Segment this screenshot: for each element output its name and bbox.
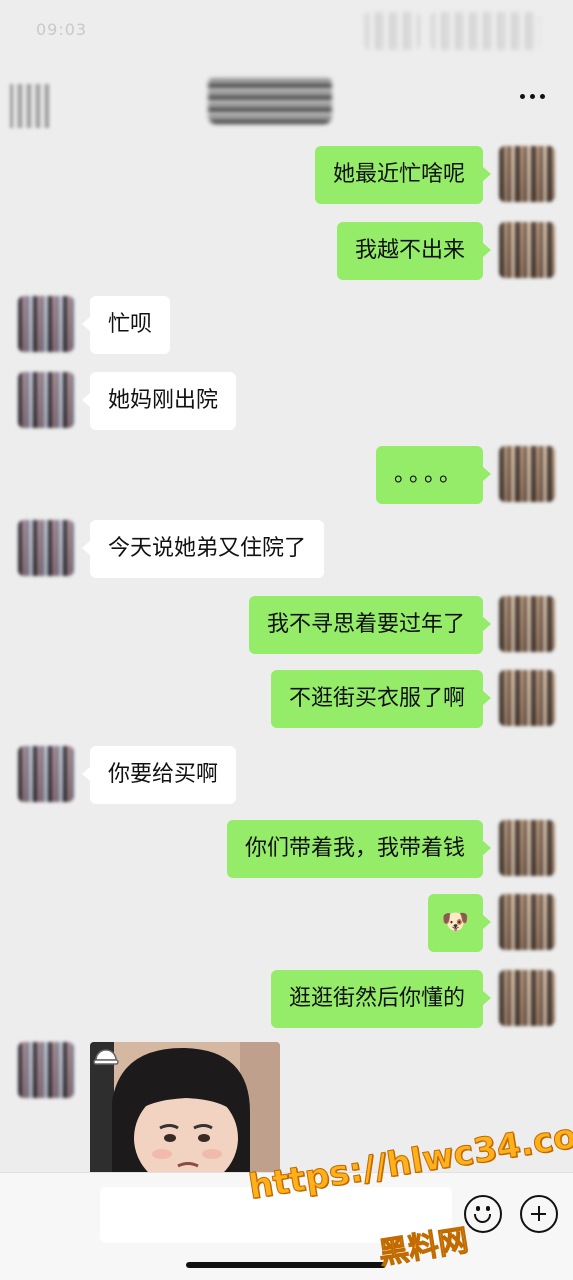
contact-avatar[interactable] — [18, 746, 74, 802]
message-row: 逛逛街然后你懂的 — [0, 970, 573, 1028]
home-indicator — [186, 1262, 386, 1268]
received-image[interactable] — [90, 1042, 280, 1182]
chat-screen: 09:03 她最近忙啥呢 我越不出来 忙呗 她妈刚出院 。。。。 今天说她弟又住… — [0, 0, 573, 1280]
my-avatar[interactable] — [499, 894, 555, 950]
message-bubble-received[interactable]: 今天说她弟又住院了 — [81, 520, 325, 578]
status-battery-blurred — [430, 12, 540, 50]
message-row: 她最近忙啥呢 — [0, 146, 573, 204]
my-avatar[interactable] — [499, 446, 555, 502]
my-avatar[interactable] — [499, 596, 555, 652]
more-dots-icon[interactable] — [520, 94, 545, 99]
contact-avatar[interactable] — [18, 1042, 74, 1098]
my-avatar[interactable] — [499, 146, 555, 202]
message-bubble-sent[interactable]: 她最近忙啥呢 — [314, 146, 492, 204]
chat-header — [0, 64, 573, 132]
message-row: 我越不出来 — [0, 222, 573, 280]
message-row: 她妈刚出院 — [0, 372, 573, 430]
message-bubble-sent[interactable]: 我越不出来 — [336, 222, 492, 280]
message-bubble-received[interactable]: 她妈刚出院 — [81, 372, 237, 430]
plus-icon[interactable] — [520, 1195, 558, 1233]
message-row: 你们带着我，我带着钱 — [0, 820, 573, 878]
message-bubble-received[interactable]: 你要给买啊 — [81, 746, 237, 804]
status-indicators-blurred — [364, 12, 420, 50]
message-bubble-emoji[interactable]: 🐶 — [427, 894, 492, 952]
contact-avatar[interactable] — [18, 296, 74, 352]
chat-title-blurred — [208, 76, 332, 124]
message-row: 你要给买啊 — [0, 746, 573, 804]
message-bubble-sent[interactable]: 逛逛街然后你懂的 — [270, 970, 492, 1028]
back-button[interactable] — [10, 84, 50, 128]
message-bubble-sent[interactable]: 。。。。 — [375, 446, 492, 504]
message-row: 今天说她弟又住院了 — [0, 520, 573, 578]
contact-avatar[interactable] — [18, 372, 74, 428]
message-bubble-sent[interactable]: 不逛街买衣服了啊 — [270, 670, 492, 728]
message-bubble-received[interactable]: 忙呗 — [81, 296, 171, 354]
message-row: 忙呗 — [0, 296, 573, 354]
contact-avatar[interactable] — [18, 520, 74, 576]
status-time: 09:03 — [36, 20, 88, 39]
message-bubble-sent[interactable]: 你们带着我，我带着钱 — [226, 820, 492, 878]
my-avatar[interactable] — [499, 820, 555, 876]
child-photo-illustration — [90, 1042, 280, 1182]
message-row: 🐶 — [0, 894, 573, 952]
status-bar: 09:03 — [0, 0, 573, 64]
my-avatar[interactable] — [499, 222, 555, 278]
message-row: 不逛街买衣服了啊 — [0, 670, 573, 728]
message-row: 。。。。 — [0, 446, 573, 504]
my-avatar[interactable] — [499, 970, 555, 1026]
emoji-icon[interactable] — [464, 1195, 502, 1233]
message-row: 我不寻思着要过年了 — [0, 596, 573, 654]
my-avatar[interactable] — [499, 670, 555, 726]
message-bubble-sent[interactable]: 我不寻思着要过年了 — [248, 596, 492, 654]
